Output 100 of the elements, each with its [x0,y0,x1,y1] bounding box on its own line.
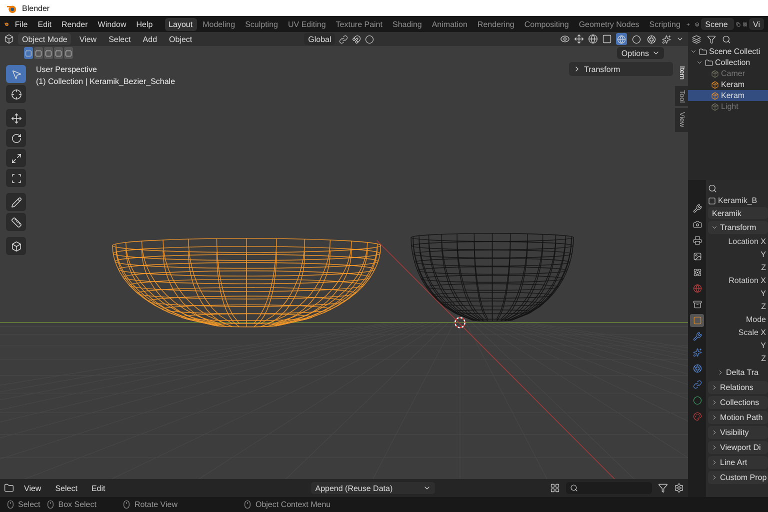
display-mode-icon [692,35,701,44]
tool-button[interactable] [6,65,26,83]
menu-item[interactable]: Window [94,18,130,30]
menu-item[interactable]: View [20,482,46,494]
workspace-tab[interactable]: Geometry Nodes [574,18,644,30]
rotate-icon [10,132,22,144]
tool-button[interactable] [6,129,26,147]
constraint-icon [692,380,702,389]
tool-button[interactable] [6,193,26,211]
shading-mode-button[interactable] [646,33,657,45]
orientation-dropdown[interactable]: Global [304,33,336,45]
panel-header[interactable]: Custom Prop [708,471,768,484]
mode-dropdown[interactable]: Object Mode [18,33,72,45]
menu-item[interactable]: Help [132,18,157,30]
property-label: Z [760,262,767,273]
select-mode-button[interactable] [44,47,53,59]
property-label: Z [760,353,767,364]
search-field[interactable] [566,482,652,494]
menu-item[interactable]: Select [104,34,135,44]
menu-item[interactable]: Edit [34,18,56,30]
outliner-item[interactable]: Keram [688,79,768,90]
search-icon [708,184,717,192]
panel-header[interactable]: Visibility [708,426,768,439]
tool-button[interactable] [6,149,26,167]
copy-icon [736,20,741,28]
shading-mode-button[interactable] [661,33,672,45]
workspace-tab[interactable]: Rendering [473,18,518,30]
workspace-tab[interactable]: Sculpting [241,18,282,30]
workspace-tab[interactable]: Modeling [198,18,240,30]
object-icon [711,80,719,88]
menu-item[interactable]: File [10,18,32,30]
workspace-tab[interactable]: Layout [164,18,197,30]
filter-icon [707,35,716,44]
panel-header[interactable]: Collections [708,396,768,409]
workspace-tab[interactable]: Texture Paint [332,18,386,30]
square-icon [55,50,62,56]
filter-icon [658,483,668,493]
settings-icon [674,483,684,493]
outliner-item[interactable]: Keram [688,90,768,101]
tool-button[interactable] [6,169,26,187]
import-mode-dropdown[interactable]: Append (Reuse Data) [311,482,436,494]
workspace-tab[interactable]: Animation [428,18,472,30]
property-label: Scale X [737,327,767,338]
crosshair-icon [10,88,22,100]
xray-icon [602,34,612,44]
tool-button[interactable] [6,109,26,127]
menu-item[interactable]: Add [138,34,162,44]
select-cursor-icon [10,68,22,80]
panel-header[interactable]: Relations [708,381,768,394]
tool-button[interactable] [6,213,26,231]
select-mode-button[interactable] [24,47,33,59]
mouse-icon [6,500,15,509]
object-name-label: Keramik_B [708,196,768,205]
3d-cursor-icon [454,317,466,328]
transform-panel-header[interactable]: Transform [569,62,673,76]
panel-header[interactable]: Line Art [708,456,768,469]
collection-icon [699,48,707,56]
wrench-icon [692,332,702,341]
menu-item[interactable]: Edit [87,482,110,494]
image-icon [692,252,702,261]
outliner-item[interactable]: Scene Collecti [688,46,768,57]
caret-icon [676,35,684,43]
options-dropdown[interactable]: Options [617,47,664,59]
panel-header[interactable]: Motion Path [708,411,768,424]
menu-item[interactable]: Object [165,34,196,44]
panel-header[interactable]: Transform [708,221,768,234]
menu-item[interactable]: Select [51,482,82,494]
square-icon [45,50,52,56]
shading-mode-button[interactable] [616,33,627,45]
ruler-icon [10,216,22,228]
tool-button[interactable] [6,85,26,103]
tool-button[interactable] [6,237,26,255]
snap-icon [352,34,362,44]
collection-label: (1) Collection | Keramik_Bezier_Schale [36,77,176,86]
outliner-item[interactable]: Collection [688,57,768,68]
workspace-tab[interactable]: UV Editing [284,18,330,30]
menu-item[interactable]: View [75,34,101,44]
object-name-field[interactable]: Keramik [708,207,768,219]
caret-icon [423,484,432,492]
object-square-icon [692,316,702,325]
view-layer-field[interactable]: Vi [749,18,764,30]
caret-icon [652,49,660,57]
status-hint: Object Context Menu [243,500,331,509]
workspace-tab[interactable]: Compositing [520,18,573,30]
workspace-tab[interactable]: Scripting [645,18,684,30]
panel-header[interactable]: Viewport Di [708,441,768,454]
scene-field[interactable]: Scene [701,18,734,30]
menu-item[interactable]: Render [58,18,92,30]
select-mode-button[interactable] [54,47,63,59]
property-label: Y [760,340,767,351]
workspace-tab[interactable]: Shading [388,18,426,30]
mouse-icon [243,500,252,509]
property-label: Mode [744,314,767,325]
select-mode-button[interactable] [64,47,73,59]
select-mode-button[interactable] [34,47,43,59]
display-mode-icon [550,483,560,493]
visibility-icon [560,34,570,44]
wrench-icon [692,204,702,213]
square-icon [35,50,42,56]
shading-mode-button[interactable] [631,33,642,45]
